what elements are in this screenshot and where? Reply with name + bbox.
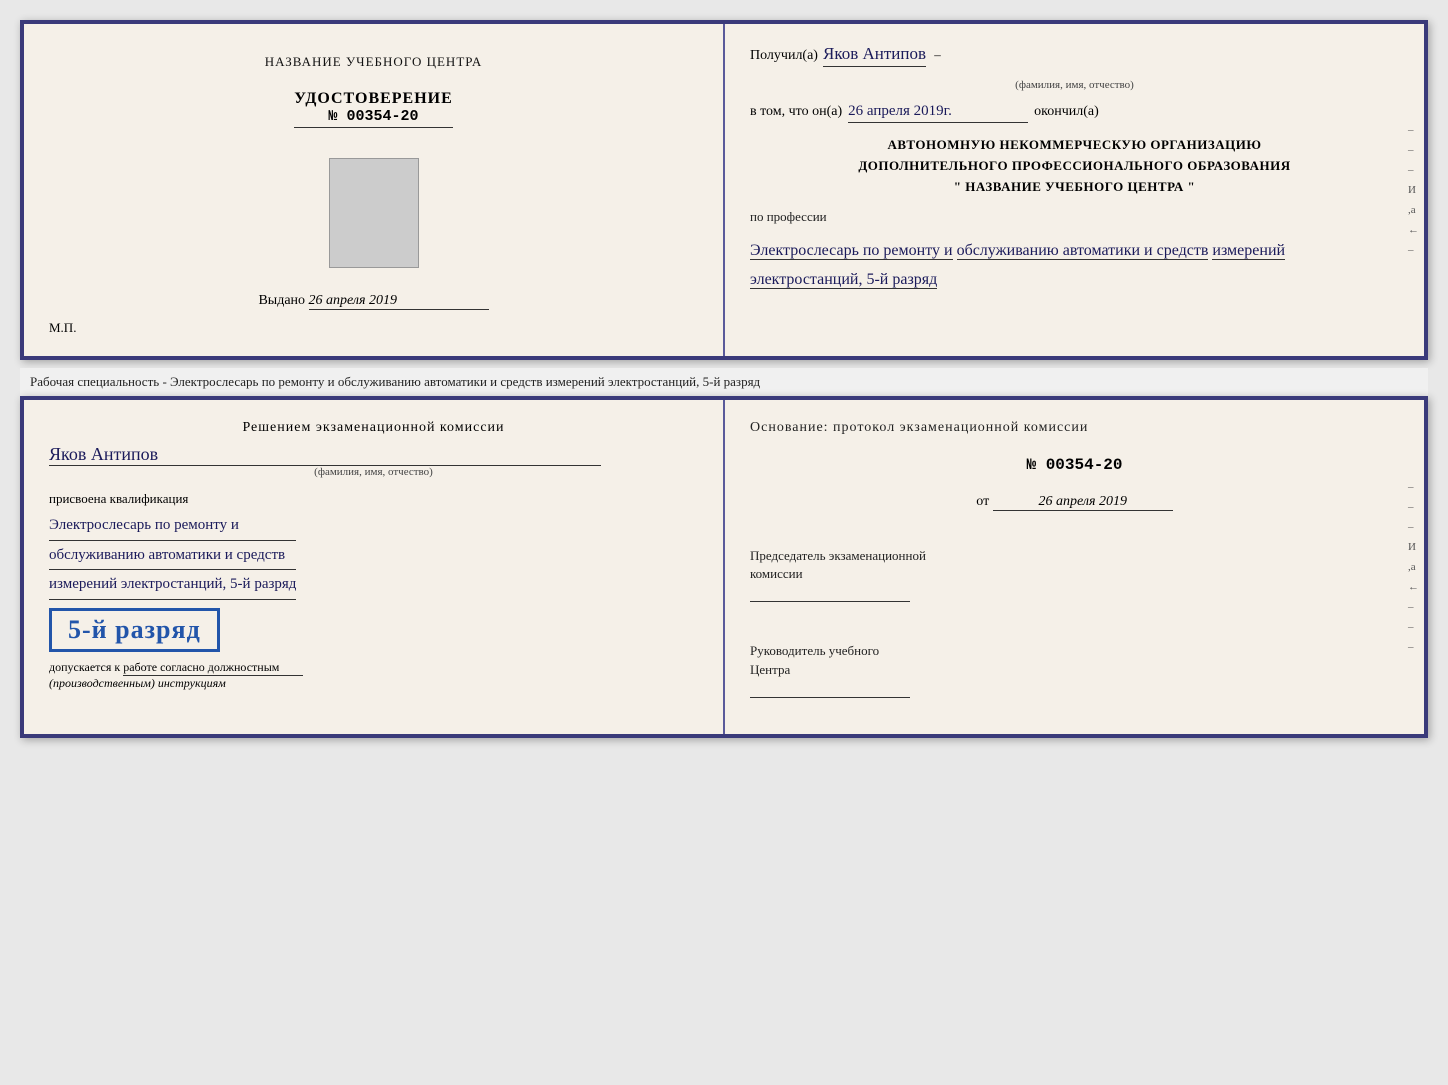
page-container: НАЗВАНИЕ УЧЕБНОГО ЦЕНТРА УДОСТОВЕРЕНИЕ №… bbox=[20, 20, 1428, 738]
basis-label: Основание: протокол экзаменационной коми… bbox=[750, 420, 1399, 436]
allowed-text: работе согласно должностным bbox=[123, 660, 303, 676]
director-role: Руководитель учебного Центра bbox=[750, 642, 1399, 678]
org-quote-close: " bbox=[1188, 179, 1196, 194]
protocol-date: от 26 апреля 2019 bbox=[750, 494, 1399, 511]
mp-label: М.П. bbox=[49, 320, 76, 336]
cert-block: УДОСТОВЕРЕНИЕ № 00354-20 bbox=[294, 90, 453, 128]
received-prefix: Получил(а) bbox=[750, 48, 818, 64]
org-line1: АВТОНОМНУЮ НЕКОММЕРЧЕСКУЮ ОРГАНИЗАЦИЮ bbox=[750, 135, 1399, 156]
decision-title: Решением экзаменационной комиссии bbox=[49, 420, 698, 436]
profession-block: Электрослесарь по ремонту и обслуживанию… bbox=[750, 237, 1399, 295]
date-suffix: окончил(а) bbox=[1034, 104, 1099, 120]
top-doc-left: НАЗВАНИЕ УЧЕБНОГО ЦЕНТРА УДОСТОВЕРЕНИЕ №… bbox=[24, 24, 725, 356]
director-role-line1: Руководитель учебного bbox=[750, 643, 879, 658]
photo-placeholder bbox=[329, 158, 419, 268]
org-quote-open: " bbox=[954, 179, 962, 194]
protocol-number: № 00354-20 bbox=[750, 456, 1399, 474]
rank-badge: 5-й разряд bbox=[49, 608, 220, 652]
bottom-right-side-marks: – – – И ,а ← – – – bbox=[1408, 481, 1419, 653]
allowed-italic: (производственным) инструкциям bbox=[49, 676, 226, 690]
bottom-document: Решением экзаменационной комиссии Яков А… bbox=[20, 396, 1428, 738]
protocol-date-prefix: от bbox=[976, 494, 989, 509]
qualification-label: присвоена квалификация bbox=[49, 491, 188, 507]
issued-line: Выдано 26 апреля 2019 bbox=[258, 293, 488, 310]
middle-text: Рабочая специальность - Электрослесарь п… bbox=[20, 368, 1428, 396]
qual-line1: Электрослесарь по ремонту и bbox=[49, 511, 296, 541]
received-name: Яков Антипов bbox=[823, 44, 926, 67]
top-center-title: НАЗВАНИЕ УЧЕБНОГО ЦЕНТРА bbox=[265, 54, 482, 70]
profession-line2: обслуживанию автоматики и средств bbox=[957, 242, 1209, 260]
org-name: " НАЗВАНИЕ УЧЕБНОГО ЦЕНТРА " bbox=[750, 177, 1399, 198]
cert-title: УДОСТОВЕРЕНИЕ bbox=[294, 90, 453, 108]
bottom-doc-right: Основание: протокол экзаменационной коми… bbox=[725, 400, 1424, 734]
director-signature-line bbox=[750, 697, 910, 698]
bottom-name: Яков Антипов bbox=[49, 444, 601, 466]
director-block: Руководитель учебного Центра bbox=[750, 642, 1399, 713]
chairman-role-line1: Председатель экзаменационной bbox=[750, 548, 926, 563]
protocol-date-value: 26 апреля 2019 bbox=[993, 494, 1173, 511]
chairman-signature-line bbox=[750, 601, 910, 602]
issued-label: Выдано bbox=[258, 293, 305, 308]
qual-line3: измерений электростанций, 5-й разряд bbox=[49, 570, 296, 600]
fio-subtitle-top: (фамилия, имя, отчество) bbox=[750, 79, 1399, 91]
fio-subtitle-bottom: (фамилия, имя, отчество) bbox=[49, 466, 698, 478]
qual-line2: обслуживанию автоматики и средств bbox=[49, 541, 296, 571]
allowed-label: допускается к bbox=[49, 660, 120, 674]
bottom-doc-left: Решением экзаменационной комиссии Яков А… bbox=[24, 400, 725, 734]
top-right-side-marks: – – – И ,а ← – bbox=[1408, 124, 1419, 256]
issued-date: 26 апреля 2019 bbox=[309, 293, 489, 310]
profession-line1: Электрослесарь по ремонту и bbox=[750, 242, 953, 260]
org-block: АВТОНОМНУЮ НЕКОММЕРЧЕСКУЮ ОРГАНИЗАЦИЮ ДО… bbox=[750, 135, 1399, 197]
received-line: Получил(а) Яков Антипов – bbox=[750, 44, 1399, 67]
chairman-role-line2: комиссии bbox=[750, 566, 803, 581]
org-line2: ДОПОЛНИТЕЛЬНОГО ПРОФЕССИОНАЛЬНОГО ОБРАЗО… bbox=[750, 156, 1399, 177]
date-prefix: в том, что он(а) bbox=[750, 104, 842, 120]
director-role-line2: Центра bbox=[750, 662, 790, 677]
chairman-role: Председатель экзаменационной комиссии bbox=[750, 547, 1399, 583]
cert-number: № 00354-20 bbox=[294, 108, 453, 128]
profession-label: по профессии bbox=[750, 209, 1399, 225]
chairman-block: Председатель экзаменационной комиссии bbox=[750, 547, 1399, 618]
name-block: Яков Антипов (фамилия, имя, отчество) bbox=[49, 444, 698, 478]
date-value: 26 апреля 2019г. bbox=[848, 103, 1028, 123]
top-document: НАЗВАНИЕ УЧЕБНОГО ЦЕНТРА УДОСТОВЕРЕНИЕ №… bbox=[20, 20, 1428, 360]
org-name-text: НАЗВАНИЕ УЧЕБНОГО ЦЕНТРА bbox=[965, 179, 1184, 194]
dash: – bbox=[931, 47, 941, 63]
allowed-block: допускается к работе согласно должностны… bbox=[49, 660, 303, 691]
qualification-block: Электрослесарь по ремонту и обслуживанию… bbox=[49, 511, 296, 600]
date-line: в том, что он(а) 26 апреля 2019г. окончи… bbox=[750, 103, 1399, 123]
top-doc-right: Получил(а) Яков Антипов – (фамилия, имя,… bbox=[725, 24, 1424, 356]
